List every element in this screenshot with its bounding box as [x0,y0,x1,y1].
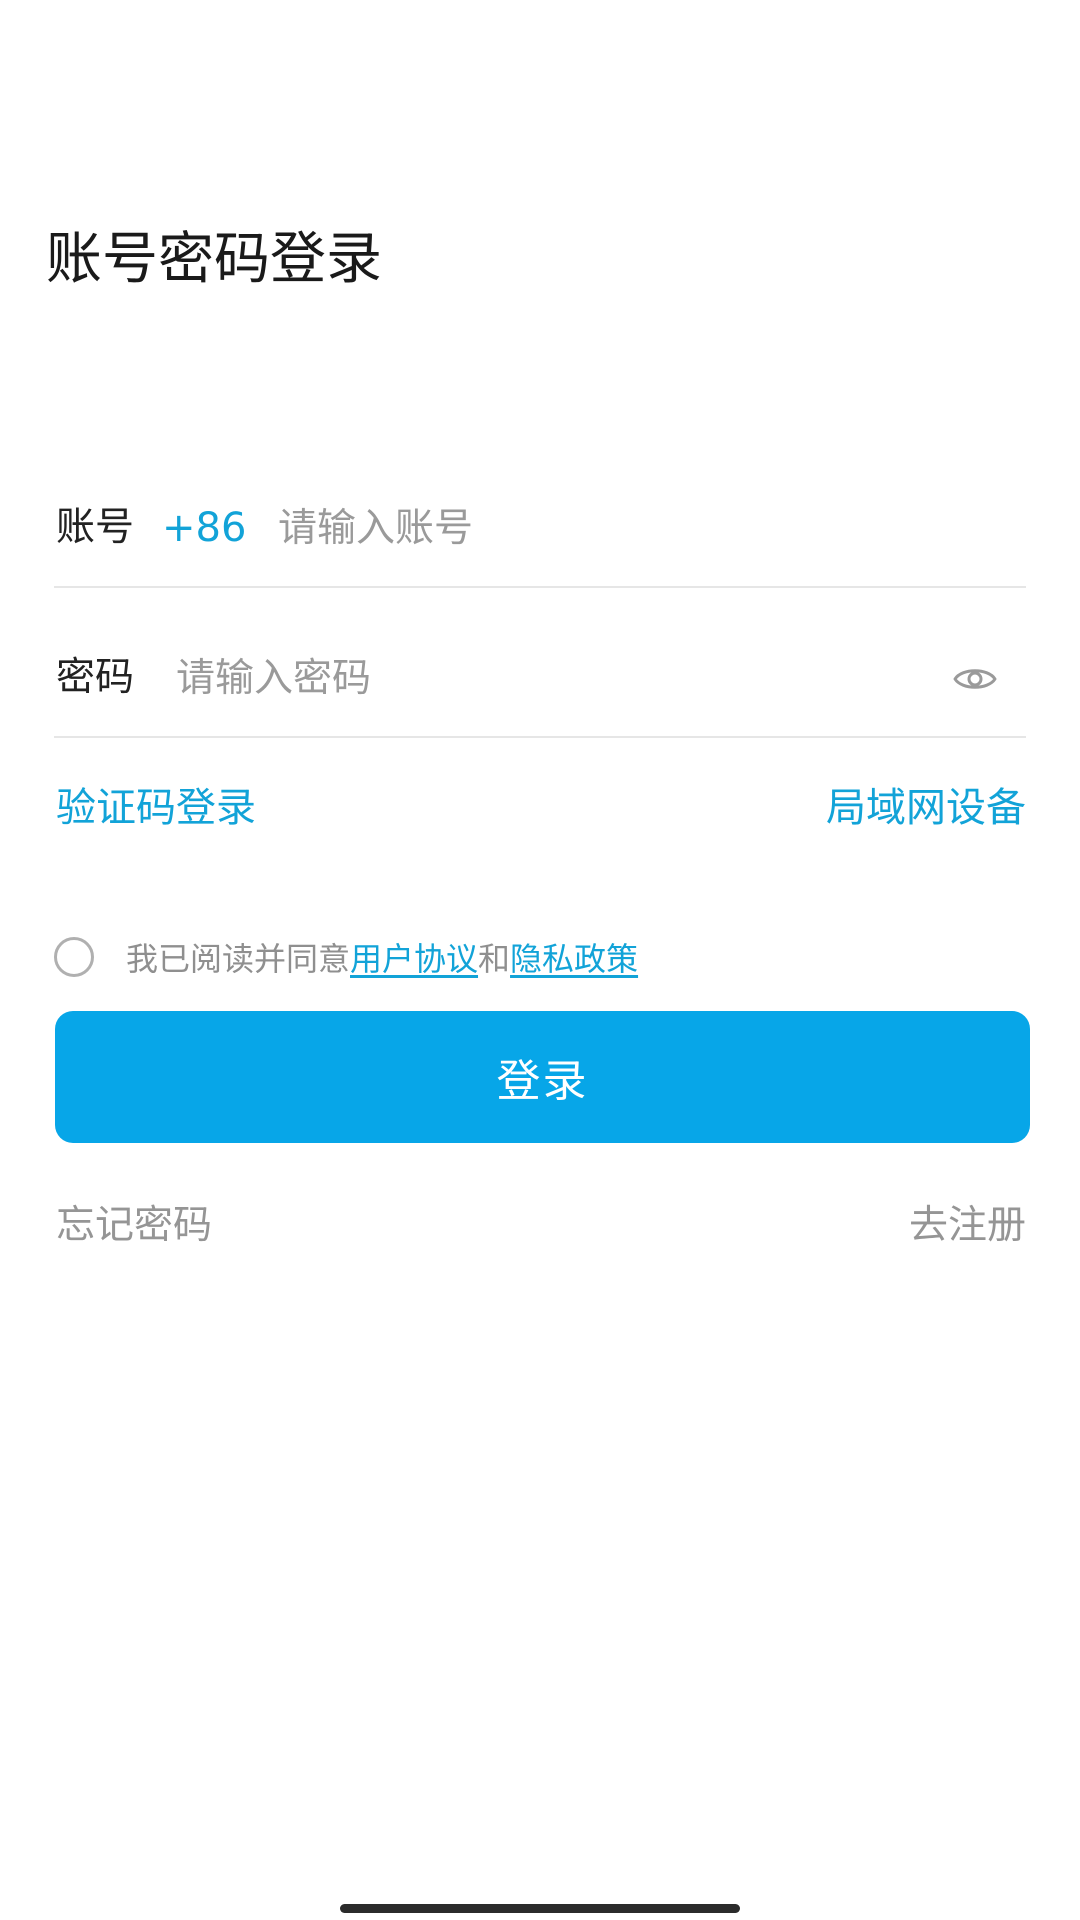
password-input[interactable] [176,640,936,716]
login-button[interactable]: 登录 [55,1011,1030,1143]
account-label: 账号 [56,505,135,550]
account-field-row: 账号 +86 [54,476,1026,588]
country-code-selector[interactable]: +86 [162,500,246,556]
forgot-password-link[interactable]: 忘记密码 [56,1198,212,1254]
agreement-and: 和 [478,940,511,978]
lan-device-link[interactable]: 局域网设备 [826,780,1026,836]
account-input[interactable] [278,490,1018,566]
password-label: 密码 [56,655,135,700]
eye-icon[interactable] [952,656,998,702]
user-agreement-link[interactable]: 用户协议 [350,934,478,980]
register-link[interactable]: 去注册 [909,1198,1026,1254]
agreement-checkbox[interactable] [54,937,94,977]
password-field-row: 密码 [54,626,1026,738]
agreement-prefix: 我已阅读并同意 [126,940,351,978]
page-title: 账号密码登录 [46,227,382,292]
privacy-policy-link[interactable]: 隐私政策 [510,934,638,980]
home-indicator[interactable] [340,1904,740,1913]
sms-login-link[interactable]: 验证码登录 [56,780,256,836]
agreement-row: 我已阅读并同意 用户协议和隐私政策 [54,932,638,982]
